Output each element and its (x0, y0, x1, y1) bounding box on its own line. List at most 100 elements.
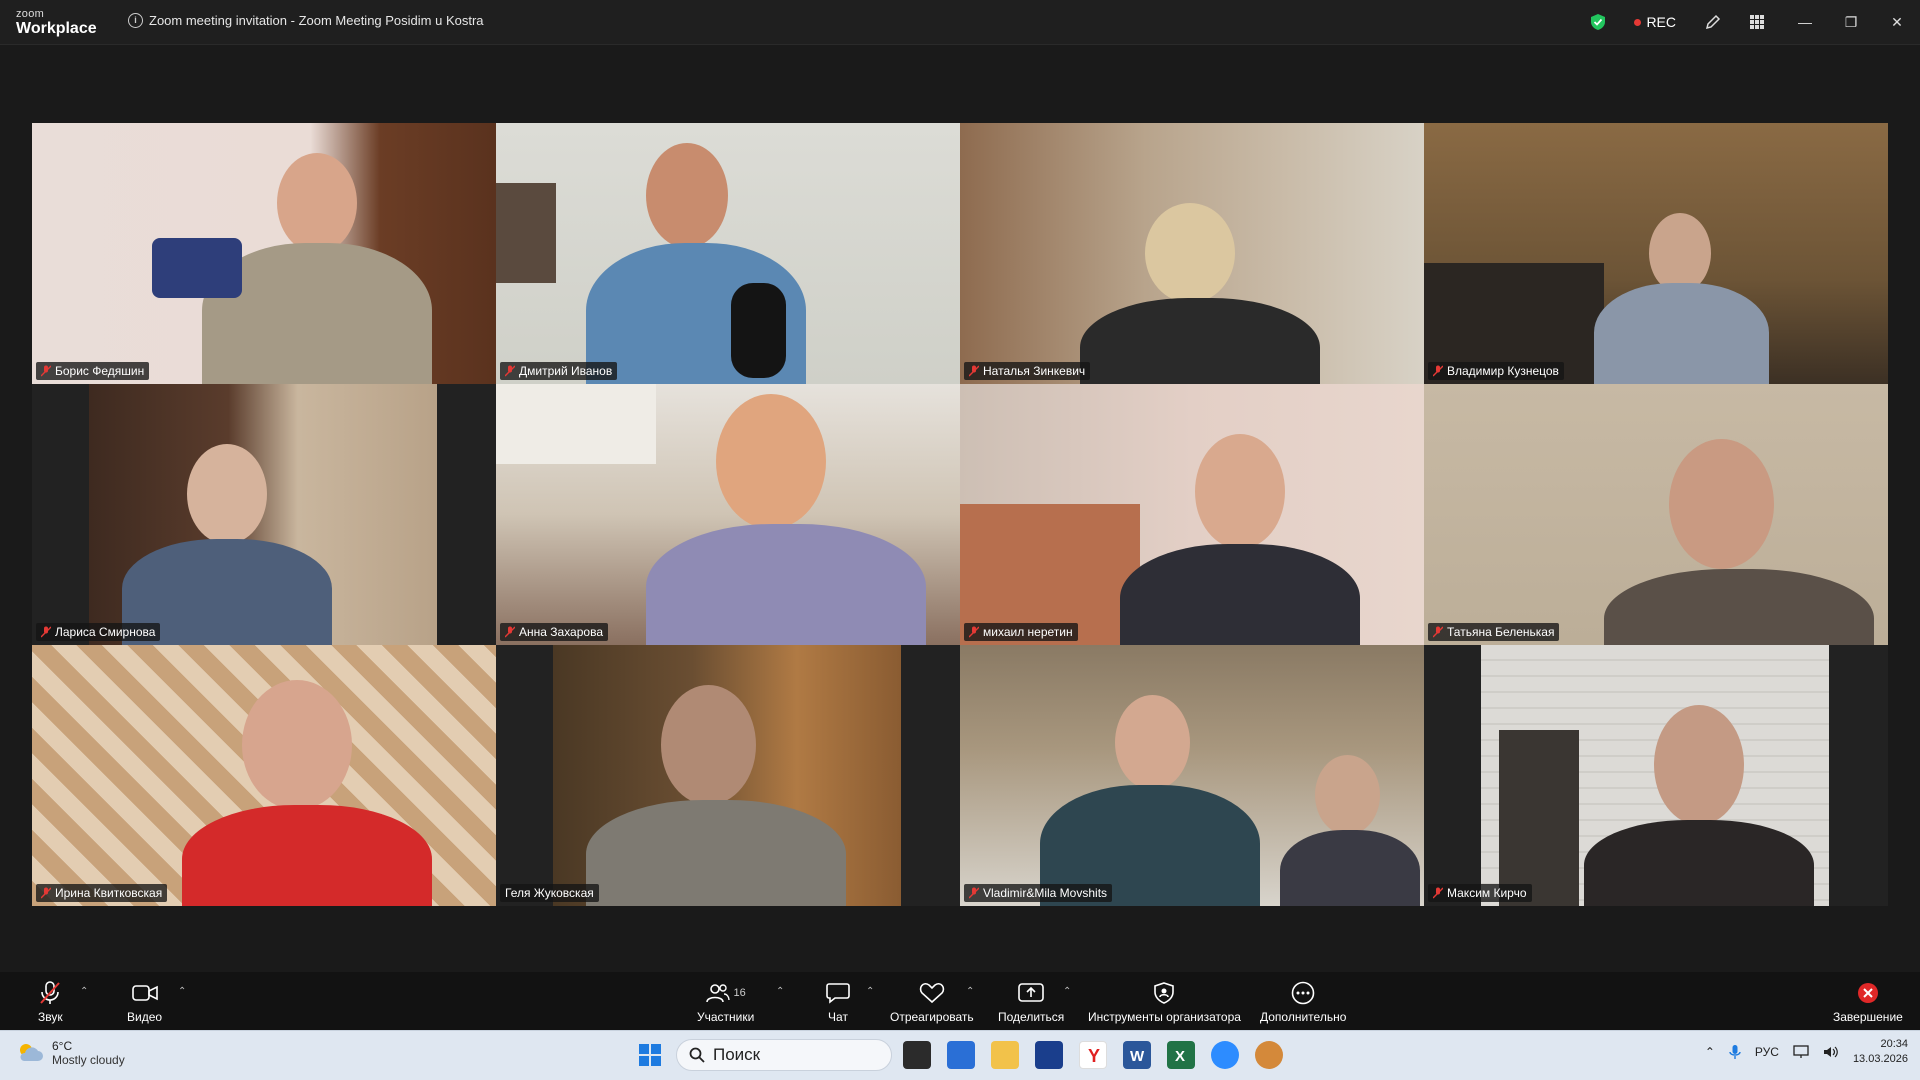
video-feed (496, 384, 960, 645)
microsoft-store-icon[interactable] (947, 1041, 975, 1069)
restore-button[interactable]: ❐ (1828, 0, 1874, 44)
share-button[interactable]: Поделиться (998, 980, 1064, 1024)
video-gallery: Борис Федяшин Дмитрий Иванов Наталья Зин… (32, 123, 1888, 906)
taskbar-clock[interactable]: 20:34 13.03.2026 (1853, 1037, 1908, 1067)
participant-name: Геля Жуковская (505, 886, 594, 900)
svg-text:X: X (1175, 1048, 1185, 1065)
participant-name: Ирина Квитковская (55, 886, 163, 900)
muted-mic-icon (41, 626, 51, 638)
participant-name-tag: Борис Федяшин (36, 362, 150, 380)
weather-condition: Mostly cloudy (52, 1053, 125, 1067)
video-tile[interactable]: Vladimir&Mila Movshits (960, 645, 1424, 906)
more-button[interactable]: Дополнительно (1260, 980, 1346, 1024)
windows-taskbar: 6°C Mostly cloudy Поиск Y W X ⌃ РУС 20:3… (0, 1030, 1920, 1080)
video-tile[interactable]: Владимир Кузнецов (1424, 123, 1888, 384)
view-grid-icon[interactable] (1746, 11, 1768, 33)
participants-options-chevron-icon[interactable]: ⌃ (776, 986, 784, 997)
participant-name: Лариса Смирнова (55, 625, 156, 639)
video-tile-active-speaker[interactable]: Геля Жуковская (496, 645, 960, 906)
volume-icon[interactable] (1823, 1045, 1839, 1059)
file-explorer-icon[interactable] (991, 1041, 1019, 1069)
excel-icon[interactable]: X (1167, 1041, 1195, 1069)
search-icon (689, 1047, 705, 1063)
close-button[interactable]: ✕ (1874, 0, 1920, 44)
taskbar-search[interactable]: Поиск (676, 1039, 892, 1071)
chat-options-chevron-icon[interactable]: ⌃ (866, 986, 874, 997)
title-bar: zoom Workplace i Zoom meeting invitation… (0, 0, 1920, 45)
video-tile[interactable]: Ирина Квитковская (32, 645, 496, 906)
participant-name-tag: Анна Захарова (500, 623, 608, 641)
participant-name-tag: Ирина Квитковская (36, 884, 168, 902)
video-button[interactable]: Видео (127, 980, 162, 1024)
annotate-pencil-icon[interactable] (1702, 11, 1724, 33)
participant-name-tag: Геля Жуковская (500, 884, 599, 902)
participant-name-tag: Владимир Кузнецов (1428, 362, 1564, 380)
participant-name-tag: Наталья Зинкевич (964, 362, 1091, 380)
participants-button[interactable]: 16 Участники (697, 980, 754, 1024)
chat-button[interactable]: Чат (826, 980, 850, 1024)
zoom-app-icon[interactable] (1211, 1041, 1239, 1069)
chat-bubble-icon (826, 983, 850, 1004)
logo-workplace-text: Workplace (16, 20, 97, 37)
heart-reaction-icon (919, 983, 945, 1004)
show-hidden-icons-chevron-icon[interactable]: ⌃ (1705, 1045, 1715, 1059)
windows-start-icon[interactable] (636, 1041, 664, 1069)
recording-indicator[interactable]: REC (1634, 14, 1676, 30)
video-feed (1424, 645, 1888, 906)
word-icon[interactable]: W (1123, 1041, 1151, 1069)
audio-label: Звук (38, 1010, 63, 1024)
react-button[interactable]: Отреагировать (890, 980, 974, 1024)
audio-options-chevron-icon[interactable]: ⌃ (80, 986, 88, 997)
share-options-chevron-icon[interactable]: ⌃ (1063, 986, 1071, 997)
muted-mic-icon (41, 887, 51, 899)
muted-mic-icon (969, 365, 979, 377)
network-icon[interactable] (1793, 1045, 1809, 1059)
end-meeting-button[interactable]: Завершение (1833, 980, 1903, 1024)
info-icon[interactable]: i (128, 13, 143, 28)
video-tile[interactable]: Максим Кирчо (1424, 645, 1888, 906)
participant-name-tag: михаил неретин (964, 623, 1078, 641)
svg-text:W: W (1130, 1048, 1145, 1065)
input-language[interactable]: РУС (1755, 1045, 1779, 1059)
logo-zoom-text: zoom (16, 8, 45, 20)
video-feed (960, 645, 1424, 906)
audio-button[interactable]: Звук (38, 980, 63, 1024)
app-icon[interactable] (1035, 1041, 1063, 1069)
muted-mic-icon (969, 887, 979, 899)
participant-name: Наталья Зинкевич (983, 364, 1086, 378)
weather-widget[interactable]: 6°C Mostly cloudy (16, 1039, 125, 1067)
video-label: Видео (127, 1010, 163, 1024)
participant-name-tag: Лариса Смирнова (36, 623, 161, 641)
muted-mic-icon (505, 365, 515, 377)
video-options-chevron-icon[interactable]: ⌃ (178, 986, 186, 997)
video-tile[interactable]: Наталья Зинкевич (960, 123, 1424, 384)
clock-date: 13.03.2026 (1852, 1053, 1908, 1065)
video-feed (1424, 384, 1888, 645)
react-options-chevron-icon[interactable]: ⌃ (966, 986, 974, 997)
video-tile[interactable]: михаил неретин (960, 384, 1424, 645)
video-feed (960, 384, 1424, 645)
encryption-shield-icon[interactable] (1590, 13, 1606, 31)
minimize-button[interactable]: — (1782, 0, 1828, 44)
video-tile[interactable]: Борис Федяшин (32, 123, 496, 384)
meeting-title[interactable]: i Zoom meeting invitation - Zoom Meeting… (128, 13, 484, 28)
video-tile[interactable]: Татьяна Беленькая (1424, 384, 1888, 645)
yandex-browser-icon[interactable]: Y (1079, 1041, 1107, 1069)
chat-label: Чат (828, 1010, 848, 1024)
app-icon[interactable] (1255, 1041, 1283, 1069)
participant-name-tag: Vladimir&Mila Movshits (964, 884, 1113, 902)
video-feed (496, 123, 960, 384)
video-tile[interactable]: Анна Захарова (496, 384, 960, 645)
participants-count: 16 (733, 987, 746, 999)
video-feed (32, 384, 496, 645)
muted-mic-icon (1433, 365, 1443, 377)
task-view-icon[interactable] (903, 1041, 931, 1069)
video-tile[interactable]: Дмитрий Иванов (496, 123, 960, 384)
video-tile[interactable]: Лариса Смирнова (32, 384, 496, 645)
video-feed (32, 123, 496, 384)
host-tools-button[interactable]: Инструменты организатора (1088, 980, 1241, 1024)
search-placeholder: Поиск (713, 1045, 761, 1064)
meeting-toolbar: Звук ⌃ Видео ⌃ 16 Участники ⌃ Чат ⌃ Отре… (0, 972, 1920, 1030)
muted-mic-icon (1433, 887, 1443, 899)
microphone-icon[interactable] (1729, 1044, 1741, 1060)
